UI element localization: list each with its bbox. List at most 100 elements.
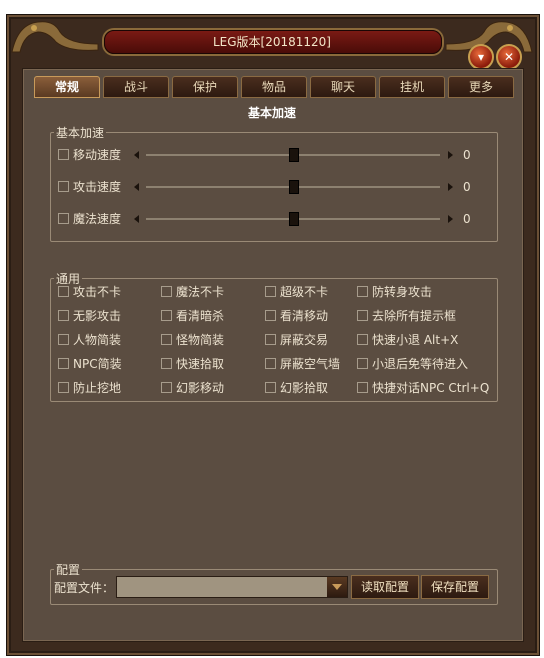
attack-speed-checkbox[interactable]: 攻击速度 bbox=[58, 179, 122, 194]
checkbox-box[interactable] bbox=[161, 381, 172, 393]
minimize-button[interactable]: ▾ bbox=[468, 44, 494, 70]
move-speed-slider-thumb[interactable] bbox=[289, 148, 299, 162]
option-checkbox[interactable]: 怪物简装 bbox=[161, 332, 225, 347]
move-speed-checkbox[interactable]: 移动速度 bbox=[58, 147, 122, 162]
magic-speed-checkbox[interactable]: 魔法速度 bbox=[58, 211, 122, 226]
checkbox-box[interactable] bbox=[58, 180, 69, 192]
speed-group-legend: 基本加速 bbox=[54, 124, 107, 141]
option-checkbox[interactable]: 人物简装 bbox=[58, 332, 122, 347]
chevron-down-icon[interactable] bbox=[327, 577, 347, 597]
window-title: LEG版本[20181120] bbox=[212, 35, 331, 49]
magic-speed-decrease-icon[interactable] bbox=[134, 215, 139, 223]
attack-speed-label: 攻击速度 bbox=[73, 179, 122, 194]
checkbox-box[interactable] bbox=[265, 381, 276, 393]
option-checkbox[interactable]: 屏蔽空气墙 bbox=[265, 356, 341, 371]
config-file-label: 配置文件： bbox=[54, 581, 115, 595]
attack-speed-decrease-icon[interactable] bbox=[134, 183, 139, 191]
dragon-ornament-left-icon bbox=[11, 21, 99, 53]
title-bar[interactable]: LEG版本[20181120] bbox=[104, 16, 442, 56]
option-checkbox[interactable]: 快速拾取 bbox=[161, 356, 225, 371]
option-label: 防止挖地 bbox=[73, 380, 122, 395]
checkbox-box[interactable] bbox=[58, 285, 69, 297]
option-checkbox[interactable]: 看清暗杀 bbox=[161, 308, 225, 323]
option-checkbox[interactable]: 屏蔽交易 bbox=[265, 332, 329, 347]
option-label: 人物简装 bbox=[73, 332, 122, 347]
option-checkbox[interactable]: 去除所有提示框 bbox=[357, 308, 457, 323]
checkbox-box[interactable] bbox=[357, 381, 368, 393]
checkbox-box[interactable] bbox=[357, 309, 368, 321]
tab-chat[interactable]: 聊天 bbox=[310, 76, 376, 98]
checkbox-box[interactable] bbox=[265, 357, 276, 369]
attack-speed-increase-icon[interactable] bbox=[448, 183, 453, 191]
option-label: 攻击不卡 bbox=[73, 284, 122, 299]
checkbox-box[interactable] bbox=[161, 357, 172, 369]
option-label: 看清移动 bbox=[280, 308, 329, 323]
attack-speed-slider-thumb[interactable] bbox=[289, 180, 299, 194]
tab-combat[interactable]: 战斗 bbox=[103, 76, 169, 98]
option-label: 魔法不卡 bbox=[176, 284, 225, 299]
option-checkbox[interactable]: 无影攻击 bbox=[58, 308, 122, 323]
move-speed-increase-icon[interactable] bbox=[448, 151, 453, 159]
option-label: 快速拾取 bbox=[176, 356, 225, 371]
checkbox-box[interactable] bbox=[58, 309, 69, 321]
checkbox-box[interactable] bbox=[357, 285, 368, 297]
checkbox-box[interactable] bbox=[357, 357, 368, 369]
tab-protection[interactable]: 保护 bbox=[172, 76, 238, 98]
move-speed-value: 0 bbox=[463, 148, 471, 162]
option-checkbox[interactable]: 小退后免等待进入 bbox=[357, 356, 469, 371]
magic-speed-increase-icon[interactable] bbox=[448, 215, 453, 223]
option-label: 快速小退 Alt+X bbox=[372, 332, 459, 347]
option-checkbox[interactable]: 攻击不卡 bbox=[58, 284, 122, 299]
option-label: 去除所有提示框 bbox=[372, 308, 457, 323]
magic-speed-label: 魔法速度 bbox=[73, 211, 122, 226]
option-label: 快捷对话NPC Ctrl+Q bbox=[372, 380, 490, 395]
option-checkbox[interactable]: 幻影移动 bbox=[161, 380, 225, 395]
checkbox-box[interactable] bbox=[58, 212, 69, 224]
attack-speed-value: 0 bbox=[463, 180, 471, 194]
option-checkbox[interactable]: 防转身攻击 bbox=[357, 284, 433, 299]
move-speed-label: 移动速度 bbox=[73, 147, 122, 162]
option-label: NPC简装 bbox=[73, 356, 122, 371]
close-button[interactable]: ✕ bbox=[496, 44, 522, 70]
magic-speed-slider-thumb[interactable] bbox=[289, 212, 299, 226]
option-label: 怪物简装 bbox=[176, 332, 225, 347]
checkbox-box[interactable] bbox=[58, 333, 69, 345]
checkbox-box[interactable] bbox=[58, 148, 69, 160]
option-checkbox[interactable]: 幻影拾取 bbox=[265, 380, 328, 395]
option-label: 超级不卡 bbox=[280, 284, 329, 299]
option-checkbox[interactable]: 快速小退 Alt+X bbox=[357, 332, 459, 347]
tab-items[interactable]: 物品 bbox=[241, 76, 307, 98]
move-speed-decrease-icon[interactable] bbox=[134, 151, 139, 159]
checkbox-box[interactable] bbox=[161, 309, 172, 321]
option-label: 无影攻击 bbox=[73, 308, 122, 323]
option-label: 屏蔽空气墙 bbox=[280, 356, 341, 371]
checkbox-box[interactable] bbox=[58, 381, 69, 393]
magic-speed-value: 0 bbox=[463, 212, 471, 226]
config-group-legend: 配置 bbox=[54, 561, 83, 578]
checkbox-box[interactable] bbox=[265, 309, 276, 321]
option-checkbox[interactable]: 超级不卡 bbox=[265, 284, 329, 299]
tab-general[interactable]: 常规 bbox=[34, 76, 100, 98]
option-checkbox[interactable]: 防止挖地 bbox=[58, 380, 122, 395]
option-checkbox[interactable]: 魔法不卡 bbox=[161, 284, 225, 299]
page-title: 基本加速 bbox=[247, 106, 296, 120]
checkbox-box[interactable] bbox=[161, 285, 172, 297]
tab-more[interactable]: 更多 bbox=[448, 76, 514, 98]
option-checkbox[interactable]: NPC简装 bbox=[58, 356, 122, 371]
option-label: 幻影移动 bbox=[176, 380, 225, 395]
checkbox-box[interactable] bbox=[265, 333, 276, 345]
option-label: 防转身攻击 bbox=[372, 284, 433, 299]
save-config-button[interactable]: 保存配置 bbox=[421, 575, 489, 599]
option-label: 看清暗杀 bbox=[176, 308, 225, 323]
config-file-select[interactable] bbox=[116, 576, 348, 598]
checkbox-box[interactable] bbox=[265, 285, 276, 297]
option-label: 小退后免等待进入 bbox=[372, 356, 469, 371]
option-checkbox[interactable]: 快捷对话NPC Ctrl+Q bbox=[357, 380, 490, 395]
option-label: 屏蔽交易 bbox=[280, 332, 329, 347]
option-checkbox[interactable]: 看清移动 bbox=[265, 308, 329, 323]
checkbox-box[interactable] bbox=[161, 333, 172, 345]
tab-autoplay[interactable]: 挂机 bbox=[379, 76, 445, 98]
checkbox-box[interactable] bbox=[58, 357, 69, 369]
read-config-button[interactable]: 读取配置 bbox=[351, 575, 419, 599]
checkbox-box[interactable] bbox=[357, 333, 368, 345]
